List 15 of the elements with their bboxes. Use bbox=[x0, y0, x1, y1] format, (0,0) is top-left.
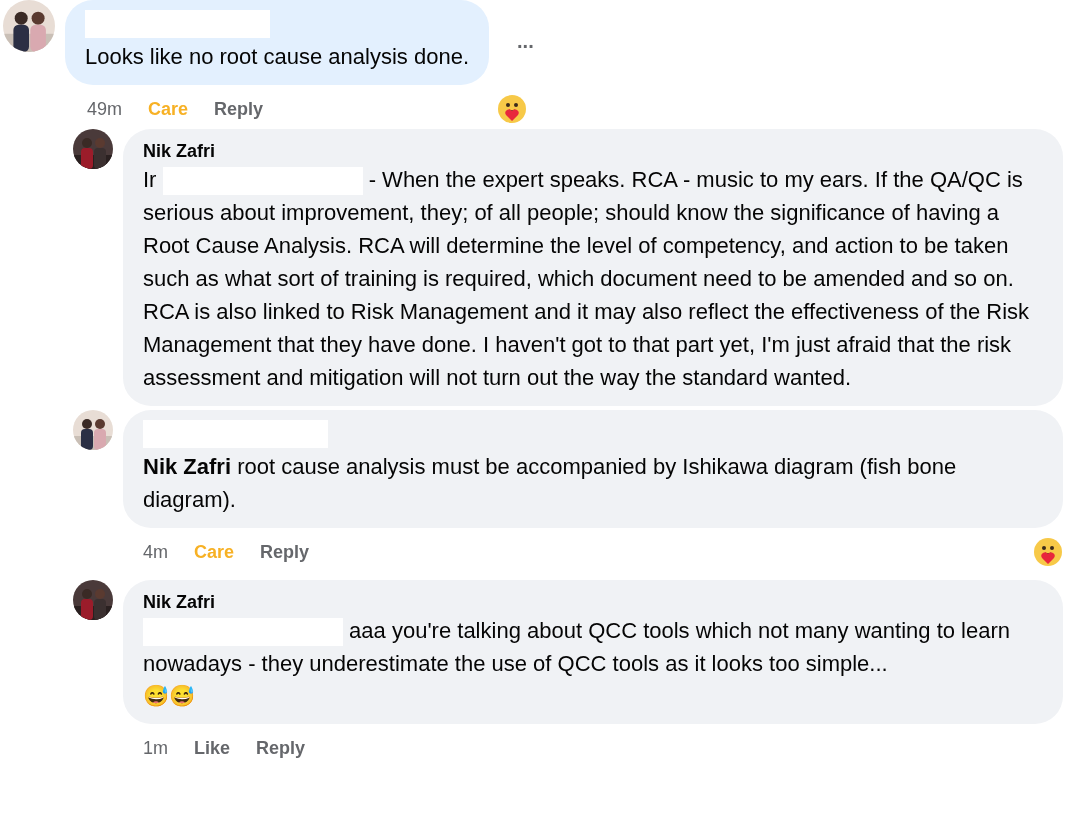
author-name[interactable]: Nik Zafri bbox=[143, 139, 1043, 163]
comment-text: Ir - When the expert speaks. RCA - music to my ears. If the QA/QC is serious about improvement, they; of all people; should know the significance of having a Root Cause Analysis. RCA will determine the level of competency, and action to be taken such as what sort of training is required, which document need to be amended and so on. RCA is also linked to Risk Management and it may also reflect the effectiveness of the Risk Management that they have done. I haven't got to that part yet, I'm just afraid that the risk assessment and mitigation will not turn out the way the standard wanted. bbox=[143, 166, 1031, 392]
reply-link[interactable]: Reply bbox=[260, 538, 310, 566]
emoji-text: 😅😅 bbox=[143, 683, 196, 709]
more-options-button[interactable]: ... bbox=[517, 26, 534, 56]
comment-text: aaa you're talking about QCC tools which not many wanting to learn nowadays - they underestimate the use of QCC tools as it looks too simple... bbox=[143, 617, 1011, 678]
comment-text: Nik Zafri root cause analysis must be accompanied by Ishikawa diagram (fish bone diagram). bbox=[143, 453, 958, 514]
reply-link[interactable]: Reply bbox=[256, 734, 306, 762]
comment-time: 4m bbox=[143, 540, 168, 564]
comment-time: 1m bbox=[143, 736, 168, 760]
author-name[interactable]: Nik Zafri bbox=[143, 590, 1043, 614]
comment-time: 49m bbox=[87, 97, 122, 121]
reaction-link[interactable]: Like bbox=[194, 734, 231, 762]
reply-link[interactable]: Reply bbox=[214, 95, 264, 123]
comment-text: Looks like no root cause analysis done. bbox=[85, 43, 469, 71]
